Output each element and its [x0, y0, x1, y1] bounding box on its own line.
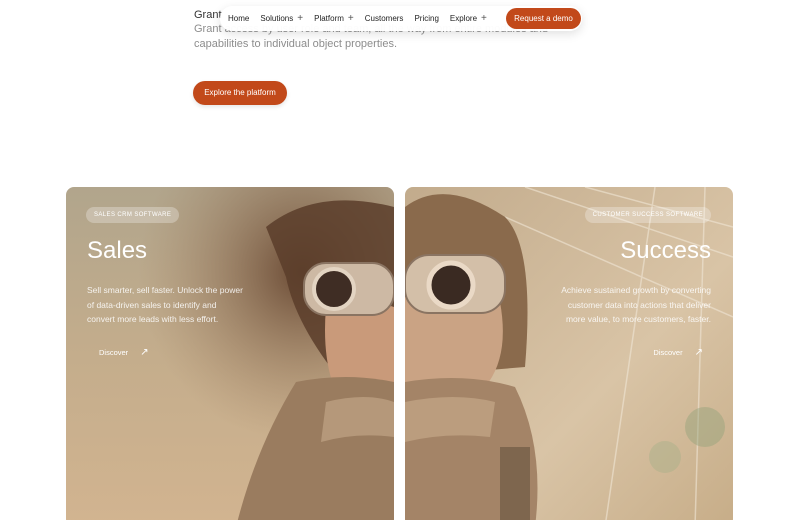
nav-label: Platform [314, 14, 344, 23]
hero-title: Grant [194, 9, 222, 21]
arrow-up-right-icon: ↗ [140, 347, 149, 358]
top-navbar: Home Solutions + Platform + Customers Pric… [220, 6, 582, 31]
card-description-line: more value, to more customers, faster. [565, 314, 711, 324]
nav-label: Customers [364, 14, 404, 23]
card-description: Sell smarter, sell faster. Unlock the po… [87, 283, 267, 327]
nav-label: Home [228, 14, 250, 23]
plus-icon: + [347, 12, 354, 24]
explore-platform-button[interactable]: Explore the platform [193, 81, 287, 105]
sales-card[interactable]: SALES CRM SOFTWARE Sales Sell smarter, s… [66, 187, 394, 520]
card-title: Success [620, 237, 711, 264]
nav-item-platform[interactable]: Platform + [314, 12, 354, 24]
discover-link[interactable]: Discover ↗ [653, 347, 703, 358]
discover-label: Discover [99, 348, 129, 357]
nav-item-home[interactable]: Home [228, 14, 249, 23]
discover-label: Discover [653, 348, 683, 357]
card-title: Sales [87, 237, 148, 264]
hero-subtitle-line: capabilities to individual object proper… [194, 38, 398, 50]
success-card[interactable]: CUSTOMER SUCCESS SOFTWARE Success Achiev… [405, 187, 733, 520]
nav-item-explore[interactable]: Explore + [449, 12, 487, 24]
request-demo-button[interactable]: Request a demo [506, 8, 581, 29]
category-badge: SALES CRM SOFTWARE [86, 207, 180, 223]
discover-link[interactable]: Discover ↗ [99, 347, 149, 358]
card-description-line: customer data into actions that deliver [567, 299, 711, 310]
card-description: Achieve sustained growth by converting c… [531, 283, 711, 327]
card-description-line: Achieve sustained growth by converting [561, 285, 711, 295]
nav-label: Solutions [260, 14, 294, 23]
nav-item-solutions[interactable]: Solutions + [260, 12, 304, 24]
card-description-line: of data-driven sales to identify and [87, 299, 217, 310]
plus-icon: + [481, 12, 487, 24]
nav-label: Pricing [414, 14, 439, 23]
nav-label: Explore [449, 14, 478, 23]
plus-icon: + [297, 12, 304, 24]
card-description-line: Sell smarter, sell faster. Unlock the po… [87, 285, 243, 295]
arrow-up-right-icon: ↗ [694, 347, 703, 358]
nav-item-pricing[interactable]: Pricing [414, 14, 438, 23]
card-description-line: convert more leads with less effort. [87, 314, 219, 324]
nav-item-customers[interactable]: Customers [365, 14, 404, 23]
category-badge: CUSTOMER SUCCESS SOFTWARE [584, 207, 711, 223]
